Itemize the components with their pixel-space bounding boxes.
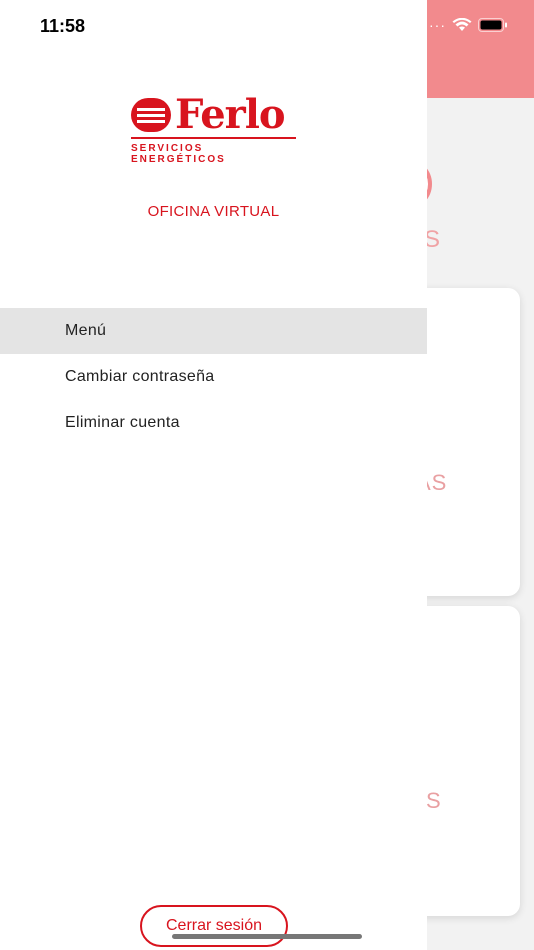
status-icons: ···· [423, 17, 508, 33]
logout-button[interactable]: Cerrar sesión [140, 905, 288, 947]
home-indicator [172, 934, 362, 939]
menu-item-change-password[interactable]: Cambiar contraseña [0, 354, 427, 400]
logo-wordmark: Ferlo [175, 91, 286, 138]
signal-icon: ···· [423, 17, 446, 33]
drawer-title: OFICINA VIRTUAL [147, 203, 280, 220]
battery-icon [478, 18, 508, 32]
menu-item-menu[interactable]: Menú [0, 308, 427, 354]
side-drawer: Ferlo SERVICIOS ENERGÉTICOS OFICINA VIRT… [0, 0, 427, 950]
drawer-menu: Menú Cambiar contraseña Eliminar cuenta [0, 308, 427, 446]
background-card-2-label: S [426, 788, 442, 813]
logo-tagline: SERVICIOS ENERGÉTICOS [131, 143, 226, 165]
menu-item-delete-account[interactable]: Eliminar cuenta [0, 400, 427, 446]
status-time: 11:58 [40, 16, 86, 36]
wifi-icon [452, 18, 472, 32]
ferlo-logo-icon [131, 98, 171, 132]
ferlo-logo: Ferlo SERVICIOS ENERGÉTICOS [131, 91, 299, 165]
